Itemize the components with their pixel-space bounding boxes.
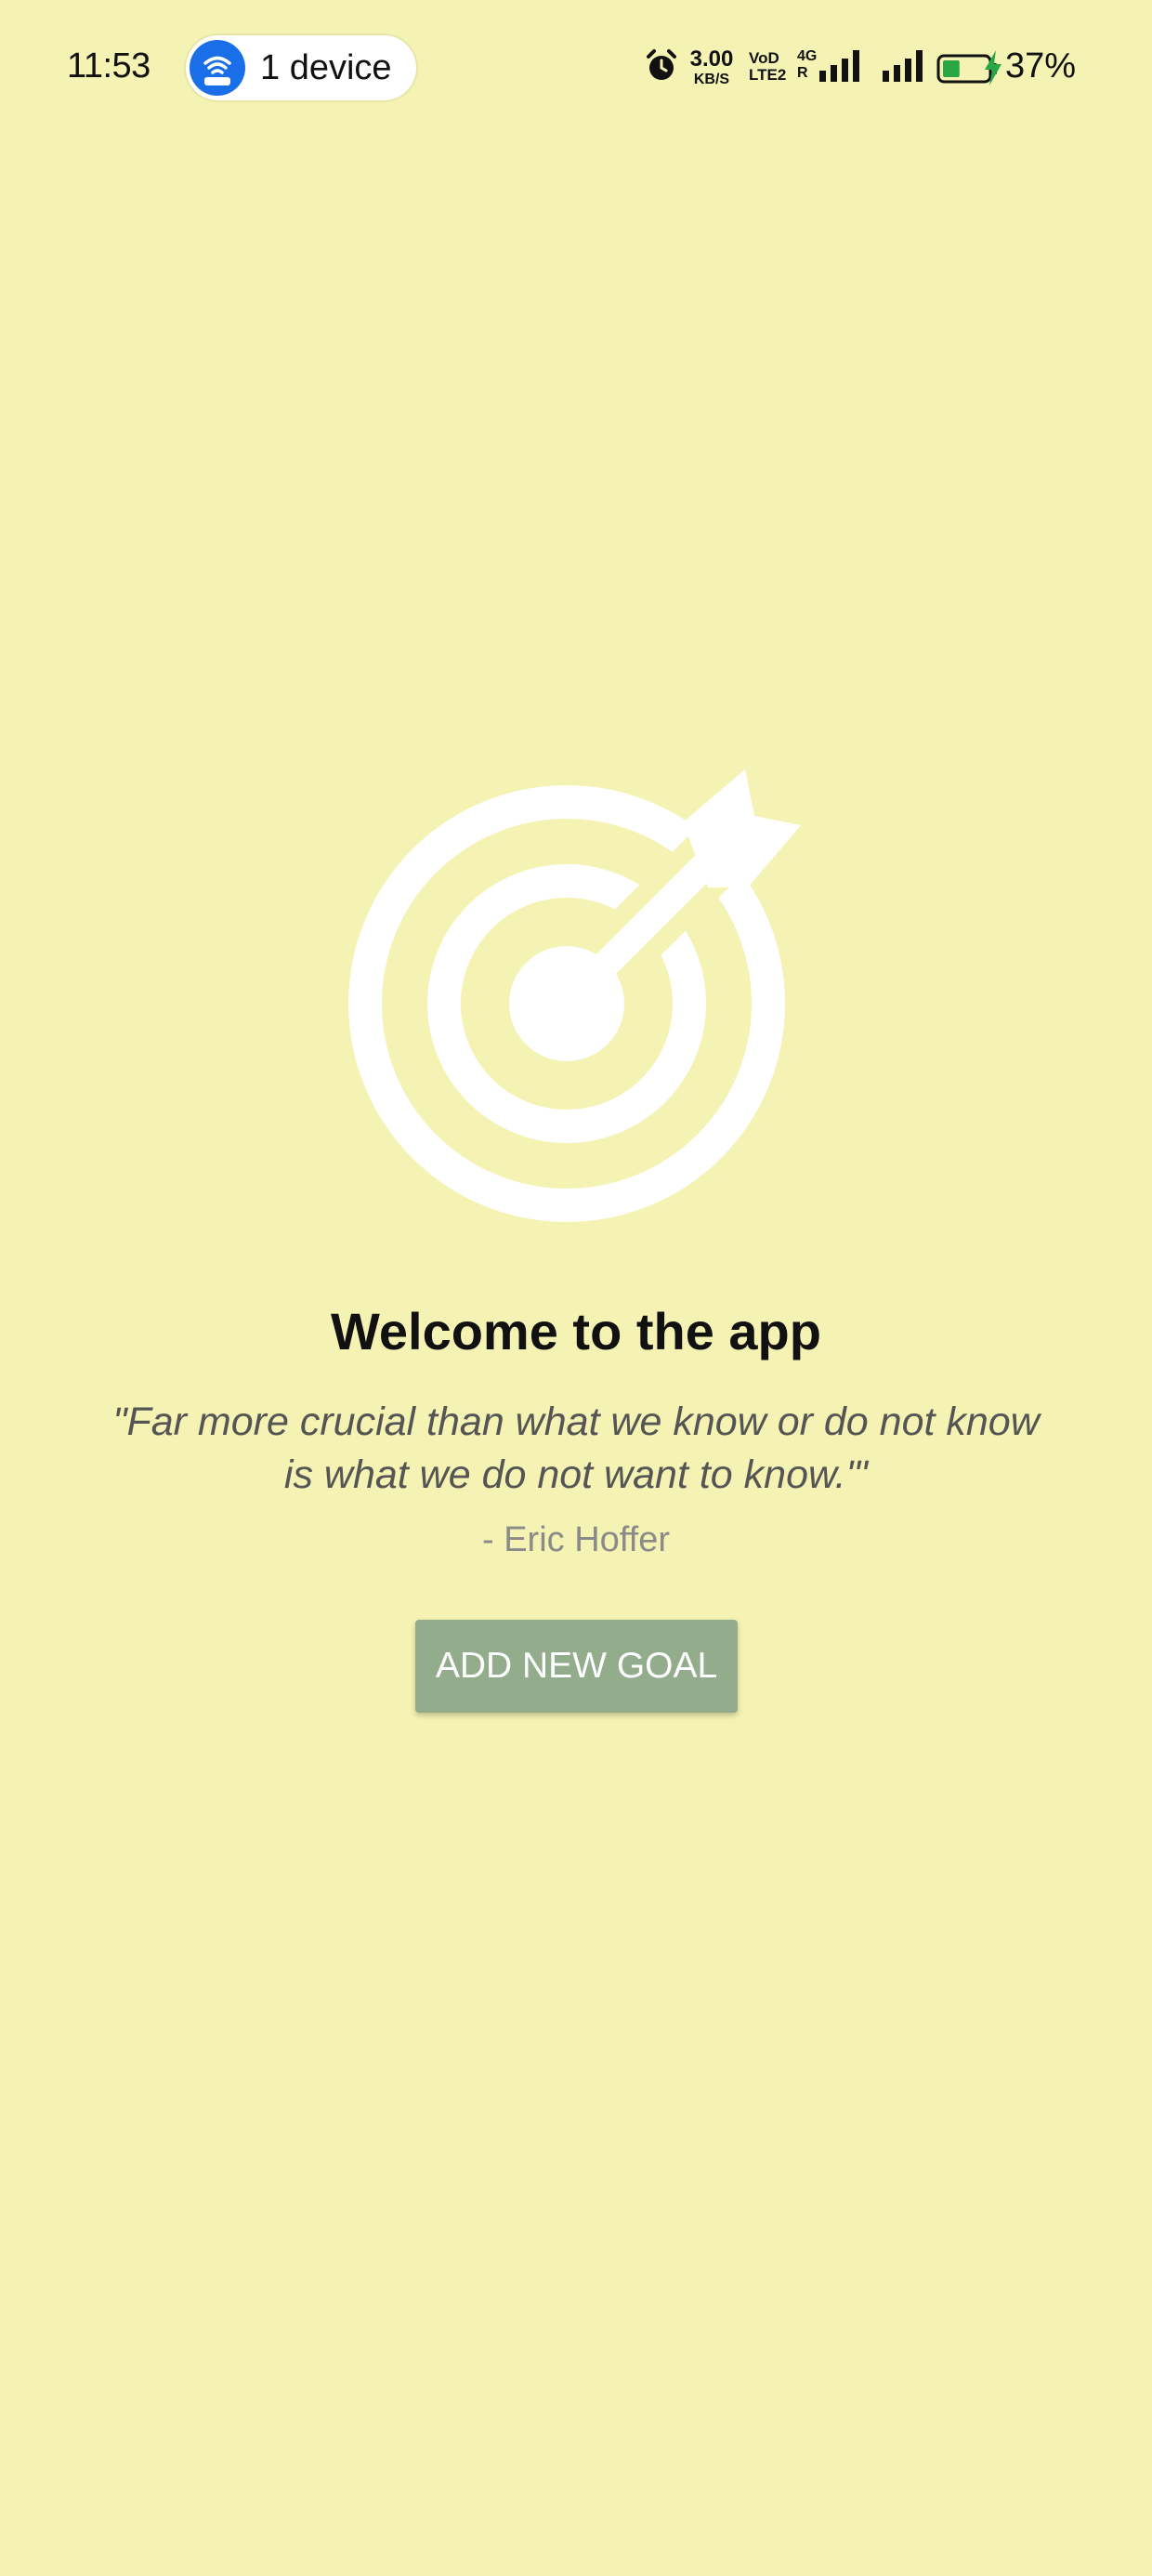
quote-author: - Eric Hoffer xyxy=(481,1520,670,1559)
alarm-clock-icon xyxy=(645,48,678,88)
status-time: 11:53 xyxy=(67,46,151,85)
volte-bottom: LTE2 xyxy=(749,65,787,84)
welcome-title: Welcome to the app xyxy=(331,1302,821,1360)
volte-indicator: VoD LTE2 xyxy=(749,50,786,84)
hotspot-device-count: 1 device xyxy=(260,48,392,87)
network-speed-unit: KB/S xyxy=(693,72,730,87)
target-arrow-icon xyxy=(344,762,808,1227)
status-icons: 3.00 KB/S VoD LTE2 4G R 37% xyxy=(632,0,1152,139)
roaming-indicator: R xyxy=(797,64,808,81)
network-type: 4G xyxy=(797,48,818,64)
battery-percent: 37% xyxy=(1005,46,1077,85)
add-new-goal-button[interactable]: ADD NEW GOAL xyxy=(415,1620,738,1713)
status-bar: 11:53 1 device 3.00 KB/S VoD LTE2 4G R 3… xyxy=(0,0,1152,139)
network-type-indicator: 4G R xyxy=(797,48,817,81)
hotspot-device-pill[interactable]: 1 device xyxy=(186,35,416,100)
volte-top: VoD xyxy=(749,49,779,67)
signal-bars-icon xyxy=(883,50,925,86)
signal-bars-icon xyxy=(819,50,862,86)
lightning-bolt-icon xyxy=(983,50,1003,90)
wifi-hotspot-icon xyxy=(190,40,245,96)
network-speed-value: 3.00 xyxy=(689,46,734,72)
network-speed: 3.00 KB/S xyxy=(684,48,740,87)
quote-text: "Far more crucial than what we know or d… xyxy=(112,1400,1040,1497)
